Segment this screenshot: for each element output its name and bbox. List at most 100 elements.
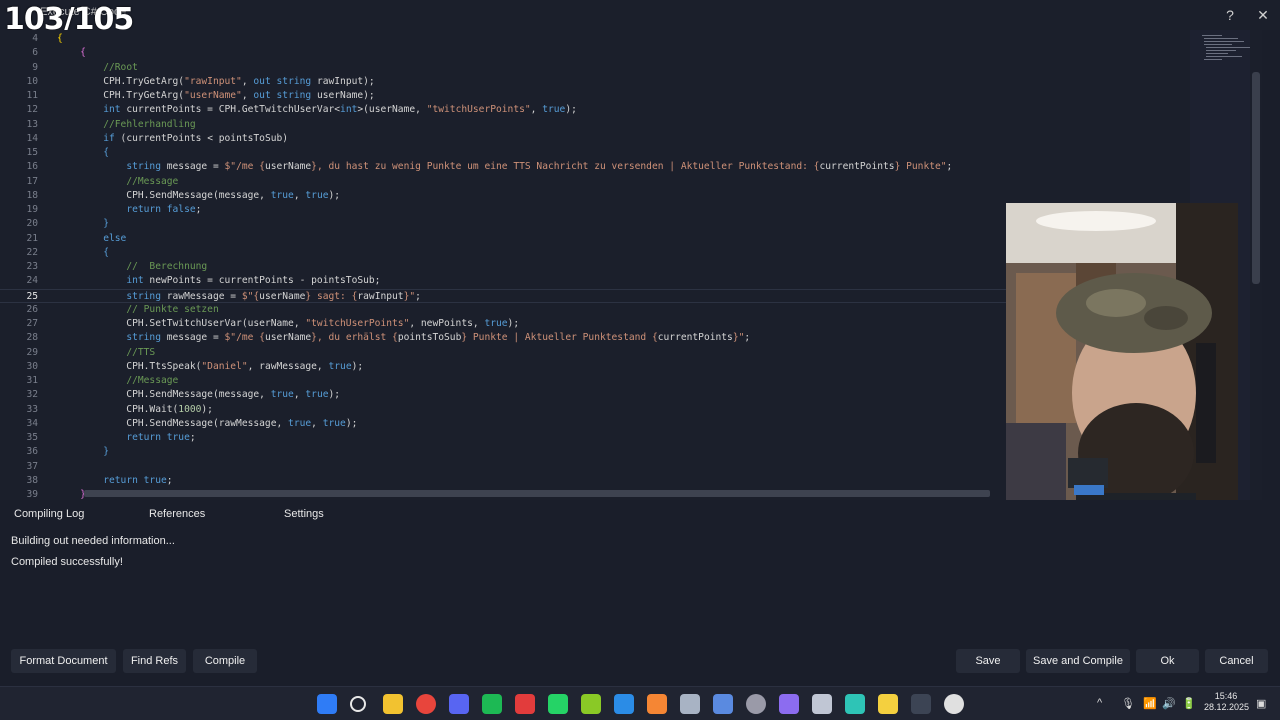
system-clock[interactable]: 15:46 28.12.2025 [1204,691,1250,713]
line-number: 14 [26,132,38,144]
line-code[interactable]: // Berechnung [57,260,207,274]
search-icon[interactable] [350,696,366,712]
line-number: 39 [26,489,38,500]
line-code[interactable]: { [57,146,109,160]
line-code[interactable]: // Punkte setzen [57,303,218,317]
line-code[interactable]: int newPoints = currentPoints - pointsTo… [57,274,380,288]
line-code[interactable]: { [57,46,86,60]
code-line[interactable]: 10 CPH.TryGetArg("rawInput", out string … [0,75,1190,89]
close-button[interactable]: ✕ [1252,4,1274,26]
tab-compiling-log[interactable]: Compiling Log [14,508,84,526]
windows-start-icon[interactable] [317,694,337,714]
volume-icon[interactable]: 🔊 [1162,697,1176,710]
ok-button[interactable]: Ok [1136,649,1199,673]
line-number: 34 [26,417,38,429]
find-refs-button[interactable]: Find Refs [123,649,186,673]
tool-app-icon[interactable] [911,694,931,714]
line-code[interactable]: int currentPoints = CPH.GetTwitchUserVar… [57,103,577,117]
code-line[interactable]: 4{ [0,32,1190,46]
line-code[interactable]: { [57,246,109,260]
line-code[interactable]: string message = $"/me {userName}, du ha… [57,160,952,174]
webcam-overlay [1006,203,1238,517]
format-document-button[interactable]: Format Document [11,649,116,673]
line-number: 15 [26,147,38,158]
line-code[interactable]: } [57,445,109,459]
line-code[interactable]: return true; [57,431,195,445]
code-line[interactable]: 9 //Root [0,61,1190,75]
wifi-icon[interactable]: 📶 [1143,697,1157,710]
line-code[interactable]: CPH.SendMessage(message, true, true); [57,388,340,402]
obs-studio-icon[interactable] [746,694,766,714]
tab-references[interactable]: References [149,508,205,526]
line-number: 17 [26,175,38,187]
line-code[interactable]: if (currentPoints < pointsToSub) [57,132,288,146]
affinity-icon[interactable] [647,694,667,714]
line-code[interactable]: { [57,32,63,46]
notepad-plus-icon[interactable] [581,694,601,714]
line-code[interactable]: //Root [57,61,138,75]
line-code[interactable]: //TTS [57,346,155,360]
webcam-image [1006,203,1238,517]
compile-button[interactable]: Compile [193,649,257,673]
battery-icon[interactable]: 🔋 [1182,697,1196,710]
save-button[interactable]: Save [956,649,1020,673]
line-code[interactable]: CPH.SendMessage(rawMessage, true, true); [57,417,357,431]
line-code[interactable]: string message = $"/me {userName}, du er… [57,331,750,345]
line-code[interactable]: CPH.Wait(1000); [57,403,213,417]
line-code[interactable]: } [57,217,109,231]
line-number: 37 [26,460,38,472]
tab-settings[interactable]: Settings [284,508,324,526]
horizontal-scrollbar[interactable] [84,490,990,497]
spotify-icon[interactable] [482,694,502,714]
line-code[interactable]: CPH.SetTwitchUserVar(userName, "twitchUs… [57,317,519,331]
sticky-notes-icon[interactable] [878,694,898,714]
line-code[interactable]: CPH.SendMessage(message, true, true); [57,189,340,203]
code-line[interactable]: 13 //Fehlerhandling [0,118,1190,132]
code-line[interactable]: 18 CPH.SendMessage(message, true, true); [0,189,1190,203]
line-code[interactable]: CPH.TryGetArg("rawInput", out string raw… [57,75,375,89]
tray-chevron-icon[interactable]: ^ [1097,697,1102,709]
code-line[interactable]: 16 string message = $"/me {userName}, du… [0,160,1190,174]
line-code[interactable]: return false; [57,203,201,217]
git-kraken-icon[interactable] [515,694,535,714]
audio-app-icon[interactable] [812,694,832,714]
chatgpt-icon[interactable] [944,694,964,714]
code-line[interactable]: 17 //Message [0,175,1190,189]
line-number: 9 [32,61,38,73]
line-code[interactable]: return true; [57,474,172,488]
code-line[interactable]: 6 { [0,46,1190,60]
green-app-icon[interactable] [845,694,865,714]
discord-icon[interactable] [449,694,469,714]
line-code[interactable]: //Fehlerhandling [57,118,195,132]
streamer-bot-icon[interactable] [779,694,799,714]
steam-icon[interactable] [680,694,700,714]
cancel-button[interactable]: Cancel [1205,649,1268,673]
line-number: 31 [26,375,38,386]
line-number: 4 [32,33,38,44]
microphone-icon[interactable]: 🎙 [1121,697,1135,710]
clock-date: 28.12.2025 [1204,702,1250,712]
line-code[interactable]: string rawMessage = $"{userName} sagt: {… [57,290,421,304]
line-number: 26 [26,303,38,315]
line-code[interactable]: //Message [57,374,178,388]
log-line: Compiled successfully! [11,556,123,568]
save-and-compile-button[interactable]: Save and Compile [1026,649,1130,673]
code-line[interactable]: 14 if (currentPoints < pointsToSub) [0,132,1190,146]
code-line[interactable]: 11 CPH.TryGetArg("userName", out string … [0,89,1190,103]
line-number: 11 [26,90,38,101]
notification-icon[interactable]: ▣ [1256,697,1266,710]
line-code[interactable]: else [57,232,126,246]
line-code[interactable]: CPH.TtsSpeak("Daniel", rawMessage, true)… [57,360,363,374]
vertical-scrollbar-thumb[interactable] [1252,72,1260,284]
whatsapp-icon[interactable] [548,694,568,714]
line-code[interactable]: CPH.TryGetArg("userName", out string use… [57,89,375,103]
obs-stream-icon[interactable] [713,694,733,714]
code-line[interactable]: 15 { [0,146,1190,160]
line-code[interactable]: } [57,488,86,500]
help-button[interactable]: ? [1219,4,1241,26]
file-explorer-icon[interactable] [383,694,403,714]
vscode-icon[interactable] [614,694,634,714]
chrome-icon[interactable] [416,694,436,714]
line-code[interactable]: //Message [57,175,178,189]
code-line[interactable]: 12 int currentPoints = CPH.GetTwitchUser… [0,103,1190,117]
